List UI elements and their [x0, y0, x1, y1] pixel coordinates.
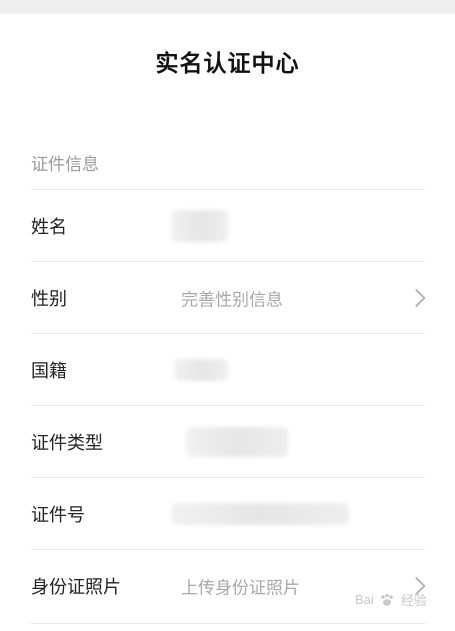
gender-row[interactable]: 性别 完善性别信息	[31, 261, 426, 333]
id-number-value-blurred	[171, 502, 349, 525]
name-value-blurred	[171, 209, 228, 242]
divider	[31, 623, 425, 624]
nationality-row[interactable]: 国籍	[31, 333, 425, 405]
top-status-strip	[0, 0, 455, 14]
id-number-label: 证件号	[31, 504, 85, 526]
watermark-text-left: Bai	[354, 592, 374, 607]
id-number-row[interactable]: 证件号	[31, 477, 425, 549]
watermark-text-right: 经验	[400, 593, 427, 608]
nationality-value-blurred	[174, 358, 228, 381]
name-label: 姓名	[31, 216, 67, 238]
id-photo-row[interactable]: 身份证照片 上传身份证照片	[31, 549, 426, 621]
gender-placeholder: 完善性别信息	[181, 290, 283, 310]
id-type-label: 证件类型	[31, 432, 103, 454]
baidu-watermark: Bai 经验	[355, 590, 427, 609]
id-type-value-blurred	[186, 426, 288, 457]
id-type-row[interactable]: 证件类型	[31, 405, 425, 477]
id-photo-placeholder: 上传身份证照片	[181, 578, 300, 598]
gender-label: 性别	[31, 288, 67, 310]
section-label-certificate-info: 证件信息	[31, 155, 99, 175]
page-title: 实名认证中心	[155, 51, 300, 77]
name-row[interactable]: 姓名	[31, 189, 425, 261]
paw-icon	[381, 593, 394, 606]
nationality-label: 国籍	[31, 360, 67, 382]
id-photo-label: 身份证照片	[31, 576, 121, 598]
chevron-right-icon	[407, 288, 426, 307]
